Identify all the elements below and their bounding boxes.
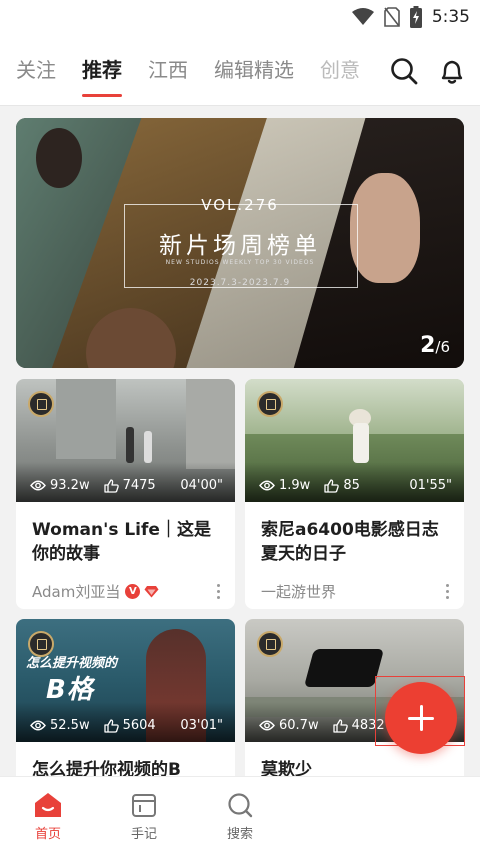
likes-group: 5604 [103, 718, 156, 733]
eye-icon [259, 480, 275, 491]
tab-creative[interactable]: 创意 [320, 54, 360, 97]
top-navigation: 关注 推荐 江西 编辑精选 创意 [0, 36, 480, 106]
tab-jiangxi[interactable]: 江西 [148, 54, 188, 97]
hero-current-page: 2 [420, 333, 436, 358]
status-time: 5:35 [431, 7, 470, 27]
tab-following[interactable]: 关注 [16, 54, 56, 97]
thumbnail-person [144, 431, 152, 463]
eye-icon [30, 720, 46, 731]
channel-tabs: 关注 推荐 江西 编辑精选 创意 [16, 54, 382, 97]
status-icons: 5:35 [351, 6, 470, 28]
likes-group: 85 [324, 478, 360, 493]
eye-icon [259, 720, 275, 731]
thumbs-up-icon [324, 478, 340, 493]
nav-search-label: 搜索 [226, 827, 253, 842]
view-count: 52.5w [50, 718, 90, 733]
thumbnail-building [56, 379, 116, 459]
like-count: 7475 [122, 478, 156, 493]
views-group: 1.9w [259, 478, 310, 493]
diamond-icon [144, 585, 159, 597]
view-count: 1.9w [279, 478, 311, 493]
video-meta: Adam刘亚当 V [16, 572, 235, 606]
views-group: 60.7w [259, 718, 319, 733]
home-icon [35, 793, 61, 817]
nav-search[interactable]: 搜索 [210, 791, 270, 842]
likes-group: 4832 [332, 718, 385, 733]
likes-group: 7475 [103, 478, 156, 493]
duration: 04'00" [180, 478, 223, 493]
hero-volume: VOL.276 [201, 196, 279, 214]
search-icon[interactable] [389, 56, 419, 86]
award-badge-icon [257, 631, 283, 657]
wifi-icon [351, 8, 374, 25]
video-stats: 93.2w 7475 04'00" [30, 478, 223, 493]
thumbs-up-icon [103, 718, 119, 733]
bottom-navigation: 首页 手记 搜索 [0, 776, 480, 852]
hero-total-pages: 6 [440, 338, 450, 356]
eye-icon [30, 480, 46, 491]
thumbnail-caption-large: B格 [46, 675, 94, 705]
create-post-button[interactable] [385, 682, 457, 754]
hero-subtitle: NEW STUDIOS WEEKLY TOP 30 VIDEOS [165, 259, 315, 266]
like-count: 85 [343, 478, 360, 493]
verified-badge-icon: V [125, 583, 141, 599]
search-icon [228, 793, 253, 818]
video-thumbnail[interactable]: 1.9w 85 01'55" [245, 379, 464, 502]
video-stats: 52.5w 5604 03'01" [30, 718, 223, 733]
bell-icon[interactable] [437, 56, 467, 86]
like-count: 4832 [351, 718, 385, 733]
thumbs-up-icon [103, 478, 119, 493]
tab-recommended[interactable]: 推荐 [82, 54, 122, 97]
video-card-1[interactable]: 93.2w 7475 04'00" Woman's Life｜这是你的故事 Ad… [16, 379, 235, 609]
battery-icon [409, 6, 422, 28]
video-meta: 一起游世界 [245, 572, 464, 606]
view-count: 93.2w [50, 478, 90, 493]
award-badge-icon [28, 631, 54, 657]
thumbnail-calligraphy [303, 649, 385, 687]
nav-notes-label: 手记 [130, 827, 157, 842]
hero-date-range: 2023.7.3-2023.7.9 [189, 278, 291, 288]
views-group: 52.5w [30, 718, 90, 733]
view-count: 60.7w [279, 718, 319, 733]
nav-notes[interactable]: 手记 [114, 791, 174, 842]
hero-pager: 2/6 [420, 333, 450, 358]
duration: 03'01" [180, 718, 223, 733]
tab-editors-picks[interactable]: 编辑精选 [214, 54, 294, 97]
video-stats: 1.9w 85 01'55" [259, 478, 452, 493]
thumbnail-person [126, 427, 134, 463]
video-card-2[interactable]: 1.9w 85 01'55" 索尼a6400电影感日志夏天的日子 一起游世界 [245, 379, 464, 609]
notebook-icon [132, 794, 156, 817]
hero-title: 新片场周榜单 [159, 233, 321, 259]
more-options-icon[interactable] [444, 583, 450, 599]
nav-home[interactable]: 首页 [18, 791, 78, 842]
hero-banner[interactable]: VOL.276 新片场周榜单 NEW STUDIOS WEEKLY TOP 30… [16, 118, 464, 368]
views-group: 93.2w [30, 478, 90, 493]
duration: 01'55" [409, 478, 452, 493]
thumbs-up-icon [332, 718, 348, 733]
hero-person-1 [36, 128, 82, 188]
video-title[interactable]: Woman's Life｜这是你的故事 [16, 502, 235, 572]
nav-home-label: 首页 [34, 827, 61, 842]
award-badge-icon [28, 391, 54, 417]
author-name[interactable]: 一起游世界 [261, 581, 336, 602]
no-sim-icon [384, 7, 400, 27]
thumbnail-building [186, 379, 235, 469]
more-options-icon[interactable] [215, 583, 221, 599]
status-bar: 5:35 [0, 0, 480, 36]
video-title[interactable]: 索尼a6400电影感日志夏天的日子 [245, 502, 464, 572]
author-name[interactable]: Adam刘亚当 [32, 581, 120, 602]
award-badge-icon [257, 391, 283, 417]
video-card-3[interactable]: 怎么提升视频的 B格 52.5w 5604 03'01" 怎么提升你视频的B [16, 619, 235, 789]
video-thumbnail[interactable]: 怎么提升视频的 B格 52.5w 5604 03'01" [16, 619, 235, 742]
like-count: 5604 [122, 718, 156, 733]
thumbnail-person [353, 423, 369, 463]
video-thumbnail[interactable]: 93.2w 7475 04'00" [16, 379, 235, 502]
